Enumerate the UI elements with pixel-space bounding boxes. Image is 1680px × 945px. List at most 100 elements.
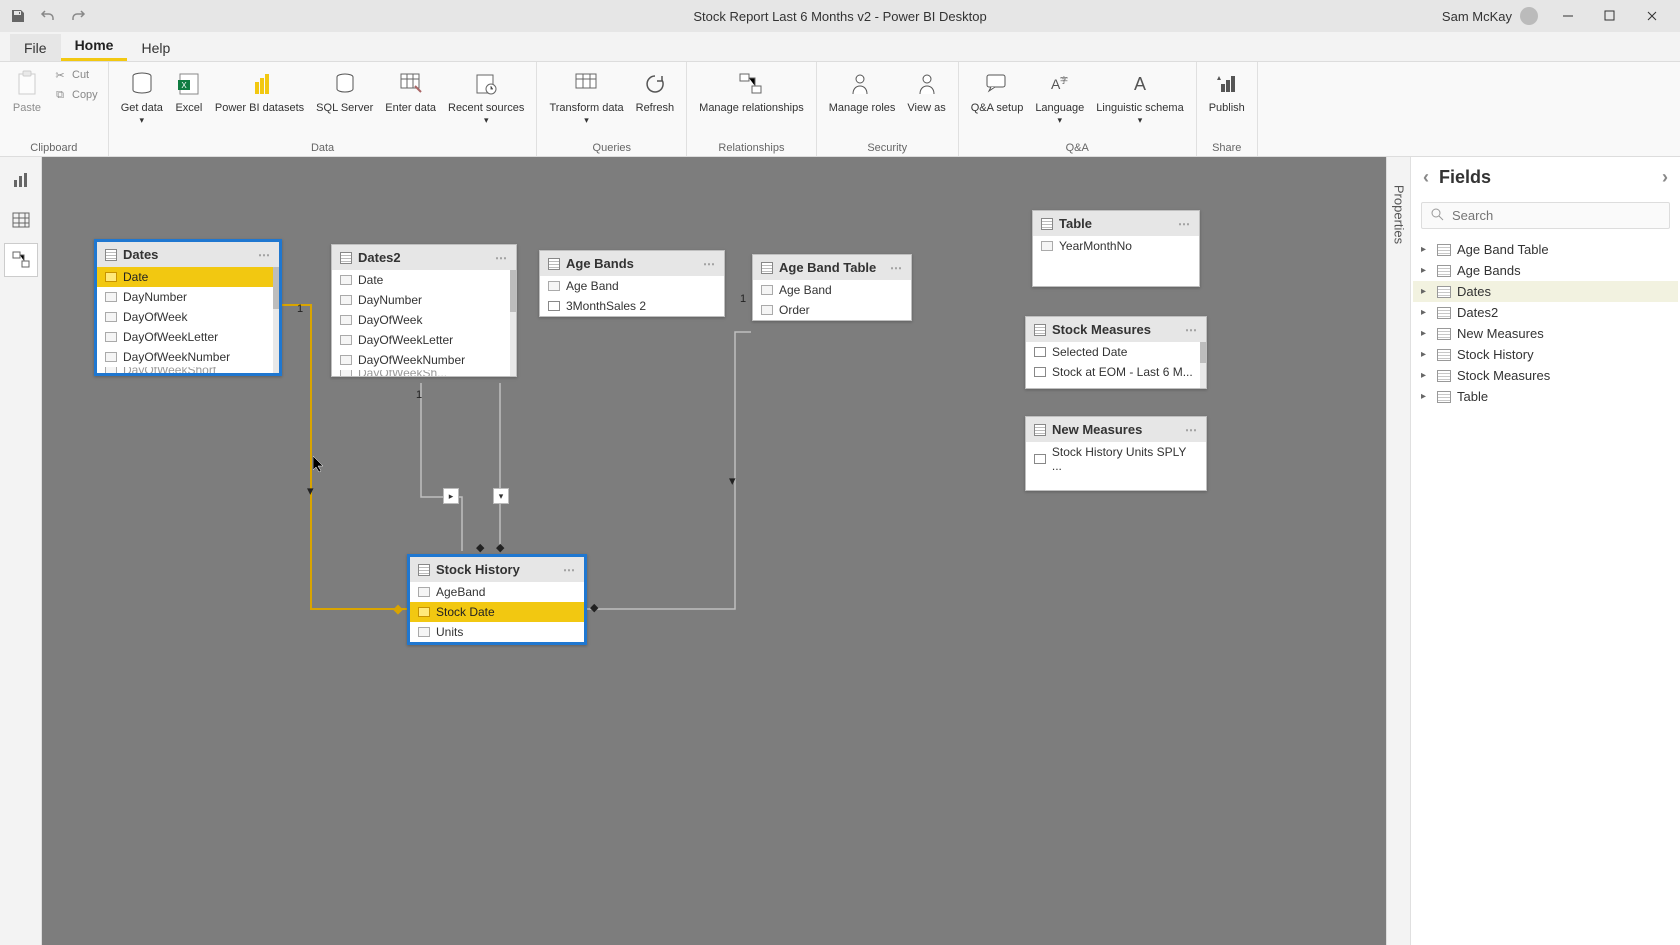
fields-table-item[interactable]: ▸Dates xyxy=(1413,281,1678,302)
table-icon xyxy=(1437,391,1451,403)
field-item[interactable]: Age Band xyxy=(540,276,724,296)
publish-button[interactable]: Publish xyxy=(1203,66,1251,119)
more-icon[interactable]: ⋯ xyxy=(258,248,271,262)
ribbon-group-queries: Transform data▾ Refresh Queries xyxy=(537,62,687,156)
properties-pane-collapsed[interactable]: Properties xyxy=(1386,157,1410,945)
enter-data-button[interactable]: Enter data xyxy=(379,66,442,119)
table-stockmeasures[interactable]: Stock Measures⋯ Selected Date Stock at E… xyxy=(1025,316,1207,389)
fields-table-item[interactable]: ▸Stock Measures xyxy=(1413,365,1678,386)
transform-icon xyxy=(573,70,601,98)
field-truncated[interactable]: DayOfWeekSh... xyxy=(332,370,516,376)
field-truncated[interactable] xyxy=(1026,382,1206,388)
fields-table-item[interactable]: ▸Table xyxy=(1413,386,1678,407)
chevron-right-icon: ▸ xyxy=(1421,328,1431,339)
fields-table-item[interactable]: ▸Stock History xyxy=(1413,344,1678,365)
field-item[interactable]: Age Band xyxy=(753,280,911,300)
field-item[interactable]: Stock at EOM - Last 6 M... xyxy=(1026,362,1206,382)
transform-data-button[interactable]: Transform data▾ xyxy=(543,66,629,130)
maximize-button[interactable] xyxy=(1592,5,1628,27)
refresh-button[interactable]: Refresh xyxy=(630,66,681,119)
copy-button[interactable]: ⧉Copy xyxy=(48,86,102,104)
field-item[interactable]: Selected Date xyxy=(1026,342,1206,362)
more-icon[interactable]: ⋯ xyxy=(1185,423,1198,437)
more-icon[interactable]: ⋯ xyxy=(1185,323,1198,337)
more-icon[interactable]: ⋯ xyxy=(1178,217,1191,231)
table-scrollbar[interactable] xyxy=(510,270,516,376)
report-view-button[interactable] xyxy=(4,163,38,197)
table-scrollbar[interactable] xyxy=(273,267,279,373)
fields-table-item[interactable]: ▸New Measures xyxy=(1413,323,1678,344)
undo-icon[interactable] xyxy=(40,8,56,24)
field-item[interactable]: DayOfWeekLetter xyxy=(332,330,516,350)
field-item[interactable]: DayOfWeekNumber xyxy=(332,350,516,370)
pbi-datasets-button[interactable]: Power BI datasets xyxy=(209,66,310,119)
fields-table-item[interactable]: ▸Age Bands xyxy=(1413,260,1678,281)
fields-list: ▸Age Band Table ▸Age Bands ▸Dates ▸Dates… xyxy=(1411,239,1680,407)
sql-server-button[interactable]: SQL Server xyxy=(310,66,379,119)
language-button[interactable]: A字Language▾ xyxy=(1029,66,1090,130)
table-icon xyxy=(1437,265,1451,277)
field-item[interactable]: DayOfWeek xyxy=(332,310,516,330)
linguistic-schema-button[interactable]: ALinguistic schema▾ xyxy=(1090,66,1189,130)
more-icon[interactable]: ⋯ xyxy=(703,257,716,271)
chevron-right-icon[interactable]: › xyxy=(1662,167,1668,188)
table-table[interactable]: Table⋯ YearMonthNo xyxy=(1032,210,1200,287)
excel-button[interactable]: XExcel xyxy=(169,66,209,119)
table-agebandtable[interactable]: Age Band Table⋯ Age Band Order xyxy=(752,254,912,321)
search-input[interactable] xyxy=(1452,208,1661,223)
table-agebands[interactable]: Age Bands⋯ Age Band 3MonthSales 2 xyxy=(539,250,725,317)
cardinality-one: 1 xyxy=(740,293,746,305)
close-button[interactable] xyxy=(1634,5,1670,27)
table-scrollbar[interactable] xyxy=(1200,342,1206,388)
field-truncated[interactable]: DayOfWeekShort xyxy=(97,367,279,373)
manage-roles-button[interactable]: Manage roles xyxy=(823,66,902,119)
field-dayofweek[interactable]: DayOfWeek xyxy=(97,307,279,327)
tab-help[interactable]: Help xyxy=(127,34,184,61)
field-item[interactable]: Date xyxy=(332,270,516,290)
tab-file[interactable]: File xyxy=(10,34,61,61)
chevron-left-icon[interactable]: ‹ xyxy=(1423,167,1429,188)
column-icon xyxy=(340,355,352,365)
recent-sources-button[interactable]: Recent sources▾ xyxy=(442,66,530,130)
column-icon xyxy=(105,352,117,362)
model-canvas[interactable]: 1 ▾ ◆ 1 ◆ ◆ ▸ ▾ 1 ▾ ◆ Dates⋯ Date DayNum… xyxy=(42,157,1386,945)
fields-table-item[interactable]: ▸Dates2 xyxy=(1413,302,1678,323)
field-units[interactable]: Units xyxy=(410,622,584,642)
manage-relationships-button[interactable]: Manage relationships xyxy=(693,66,810,119)
table-dates2[interactable]: Dates2⋯ Date DayNumber DayOfWeek DayOfWe… xyxy=(331,244,517,377)
field-daynumber[interactable]: DayNumber xyxy=(97,287,279,307)
field-item[interactable]: Order xyxy=(753,300,911,320)
qa-setup-button[interactable]: Q&A setup xyxy=(965,66,1030,119)
table-stockhistory[interactable]: Stock History⋯ AgeBand Stock Date Units xyxy=(407,554,587,645)
fields-table-item[interactable]: ▸Age Band Table xyxy=(1413,239,1678,260)
user-account[interactable]: Sam McKay xyxy=(1442,7,1538,25)
table-dates[interactable]: Dates⋯ Date DayNumber DayOfWeek DayOfWee… xyxy=(94,239,282,376)
redo-icon[interactable] xyxy=(70,8,86,24)
minimize-button[interactable] xyxy=(1550,5,1586,27)
field-dayofweeknumber[interactable]: DayOfWeekNumber xyxy=(97,347,279,367)
model-view-button[interactable] xyxy=(4,243,38,277)
field-item[interactable]: Stock History Units SPLY ... xyxy=(1026,442,1206,476)
field-item[interactable]: 3MonthSales 2 xyxy=(540,296,724,316)
save-icon[interactable] xyxy=(10,8,26,24)
paste-button[interactable]: Paste xyxy=(6,66,48,119)
field-date[interactable]: Date xyxy=(97,267,279,287)
more-icon[interactable]: ⋯ xyxy=(890,261,903,275)
cut-button[interactable]: ✂Cut xyxy=(48,66,102,84)
field-dayofweekletter[interactable]: DayOfWeekLetter xyxy=(97,327,279,347)
more-icon[interactable]: ⋯ xyxy=(563,563,576,577)
view-as-button[interactable]: View as xyxy=(901,66,951,119)
field-ageband[interactable]: AgeBand xyxy=(410,582,584,602)
tab-home[interactable]: Home xyxy=(61,31,128,61)
data-view-button[interactable] xyxy=(4,203,38,237)
field-stockdate[interactable]: Stock Date xyxy=(410,602,584,622)
workspace: 1 ▾ ◆ 1 ◆ ◆ ▸ ▾ 1 ▾ ◆ Dates⋯ Date DayNum… xyxy=(0,157,1680,945)
ribbon-group-security: Manage roles View as Security xyxy=(817,62,959,156)
fields-search[interactable] xyxy=(1421,202,1670,229)
table-newmeasures[interactable]: New Measures⋯ Stock History Units SPLY .… xyxy=(1025,416,1207,491)
field-item[interactable]: DayNumber xyxy=(332,290,516,310)
get-data-button[interactable]: Get data▾ xyxy=(115,66,169,130)
group-label-security: Security xyxy=(823,140,952,154)
field-item[interactable]: YearMonthNo xyxy=(1033,236,1199,256)
more-icon[interactable]: ⋯ xyxy=(495,251,508,265)
